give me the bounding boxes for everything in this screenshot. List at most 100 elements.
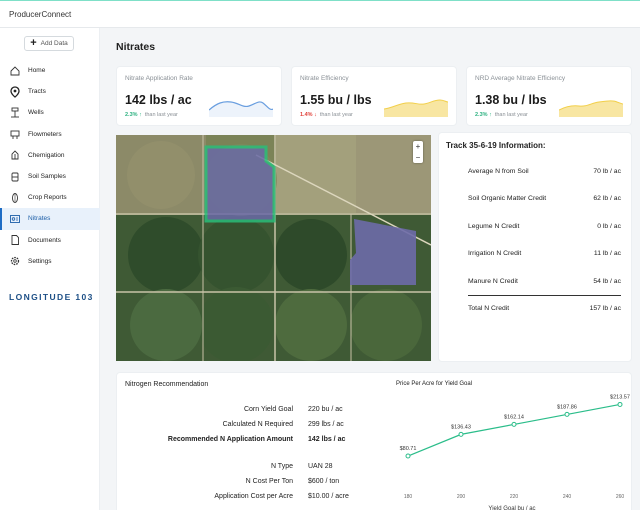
add-data-label: Add Data: [40, 40, 68, 47]
info-row: Irrigation N Credit 11 lb / ac: [468, 250, 621, 257]
zoom-out-button[interactable]: −: [413, 152, 423, 163]
info-total-row: Total N Credit 157 lb / ac: [468, 305, 621, 312]
rec-label: Recommended N Application Amount: [167, 436, 293, 443]
sparkline: [209, 101, 273, 117]
sidebar-item-home[interactable]: Home: [0, 60, 100, 81]
sidebar-item-label: Nitrates: [28, 215, 51, 223]
rec-label: Application Cost per Acre: [214, 493, 293, 500]
data-label: $136.43: [451, 424, 471, 430]
info-row: Soil Organic Matter Credit 62 lb / ac: [468, 195, 621, 202]
top-bar: ProducerConnect: [0, 0, 640, 28]
info-label: Manure N Credit: [468, 278, 518, 285]
kpi-value: 142 lbs / ac: [125, 93, 192, 107]
info-value: 54 lb / ac: [593, 278, 621, 285]
sidebar-item-label: Crop Reports: [28, 194, 67, 202]
info-label: Soil Organic Matter Credit: [468, 195, 547, 202]
crop-icon: [9, 192, 21, 204]
arrow-up-icon: ↑: [489, 112, 492, 118]
sidebar-item-wells[interactable]: Wells: [0, 102, 100, 123]
sidebar-item-label: Home: [28, 67, 46, 75]
data-point: [511, 421, 517, 427]
zoom-in-button[interactable]: +: [413, 141, 423, 152]
kpi-since: than last year: [144, 112, 178, 118]
soil-sample-icon: [9, 171, 21, 183]
sidebar-item-label: Wells: [28, 109, 44, 117]
longitude-103-logo: LONGITUDE 103: [9, 292, 94, 302]
sidebar-item-tracts[interactable]: Tracts: [0, 81, 100, 102]
kpi-change: 1.4% ↓ than last year: [300, 112, 353, 118]
divider: [468, 295, 621, 296]
rec-value: $600 / ton: [308, 478, 340, 485]
add-data-button[interactable]: + Add Data: [24, 36, 74, 51]
sidebar-item-documents[interactable]: Documents: [0, 230, 100, 251]
info-value: 11 lb / ac: [593, 250, 621, 257]
data-label: $213.57: [610, 394, 630, 400]
data-point: [564, 411, 570, 417]
kpi-label: NRD Average Nitrate Efficiency: [475, 75, 566, 82]
info-label: Irrigation N Credit: [468, 250, 522, 257]
x-tick-label: 260: [616, 494, 625, 500]
kpi-card-nrd-average: NRD Average Nitrate Efficiency 1.38 bu /…: [466, 66, 632, 126]
data-label: $187.86: [557, 404, 577, 410]
info-total-label: Total N Credit: [468, 305, 510, 312]
sidebar-item-label: Documents: [28, 236, 61, 244]
page-title: Nitrates: [116, 41, 156, 53]
kpi-value: 1.38 bu / lbs: [475, 93, 547, 107]
info-row: Legume N Credit 0 lb / ac: [468, 223, 621, 230]
info-label: Legume N Credit: [468, 223, 520, 230]
rec-label: N Cost Per Ton: [245, 478, 293, 485]
arrow-up-icon: ↑: [139, 112, 142, 118]
info-label: Average N from Soil: [468, 168, 529, 175]
sidebar-item-label: Tracts: [28, 88, 46, 96]
well-icon: [9, 107, 21, 119]
sidebar-item-label: Flowmeters: [28, 130, 62, 138]
sidebar-item-flowmeters[interactable]: Flowmeters: [0, 124, 100, 145]
info-total-value: 157 lb / ac: [589, 305, 621, 312]
kpi-change-pct: 1.4%: [300, 112, 313, 118]
sparkline: [559, 100, 623, 117]
home-icon: [9, 65, 21, 77]
info-value: 0 lb / ac: [597, 223, 621, 230]
sidebar-item-chemigation[interactable]: Chemigation: [0, 145, 100, 166]
sidebar-item-soil-samples[interactable]: Soil Samples: [0, 166, 100, 187]
tract-info-title: Track 35-6-19 Information:: [446, 141, 546, 150]
x-tick-label: 180: [404, 494, 413, 500]
sidebar-item-nitrates[interactable]: Nitrates: [0, 208, 100, 230]
rec-label: Calculated N Required: [222, 421, 293, 428]
kpi-card-application-rate: Nitrate Application Rate 142 lbs / ac 2.…: [116, 66, 282, 126]
kpi-label: Nitrate Efficiency: [300, 75, 349, 82]
gear-icon: [9, 255, 21, 267]
rec-value: $10.00 / acre: [308, 493, 349, 500]
x-axis-label: Yield Goal bu / ac: [488, 506, 535, 510]
sidebar-item-label: Chemigation: [28, 151, 65, 159]
document-icon: [9, 234, 21, 246]
sidebar-nav: Home Tracts Wells Flowmeters Chemigation Soil…: [0, 60, 100, 272]
kpi-change: 2.3% ↑ than last year: [475, 112, 528, 118]
arrow-down-icon: ↓: [314, 112, 317, 118]
sidebar-item-settings[interactable]: Settings: [0, 251, 100, 272]
sidebar-item-label: Soil Samples: [28, 173, 66, 181]
rec-label: Corn Yield Goal: [243, 406, 293, 413]
rec-value: 142 lbs / ac: [308, 436, 346, 443]
rec-value: UAN 28: [308, 463, 333, 470]
satellite-map[interactable]: + −: [116, 135, 431, 361]
rec-label: N Type: [270, 463, 293, 470]
sidebar-item-label: Settings: [28, 257, 52, 265]
data-point: [458, 431, 464, 437]
map-imagery: [116, 135, 431, 361]
nitrates-icon: [9, 213, 21, 225]
kpi-change: 2.3% ↑ than last year: [125, 112, 178, 118]
x-tick-label: 200: [457, 494, 466, 500]
kpi-change-pct: 2.3%: [125, 112, 138, 118]
x-tick-label: 220: [510, 494, 519, 500]
data-label: $80.71: [400, 446, 417, 452]
chemigation-icon: [9, 149, 21, 161]
data-point: [617, 401, 623, 407]
info-value: 70 lb / ac: [593, 168, 621, 175]
sidebar-item-crop-reports[interactable]: Crop Reports: [0, 187, 100, 208]
sparkline: [384, 99, 448, 117]
info-row: Average N from Soil 70 lb / ac: [468, 168, 621, 175]
kpi-since: than last year: [494, 112, 528, 118]
kpi-change-pct: 2.3%: [475, 112, 488, 118]
kpi-value: 1.55 bu / lbs: [300, 93, 372, 107]
